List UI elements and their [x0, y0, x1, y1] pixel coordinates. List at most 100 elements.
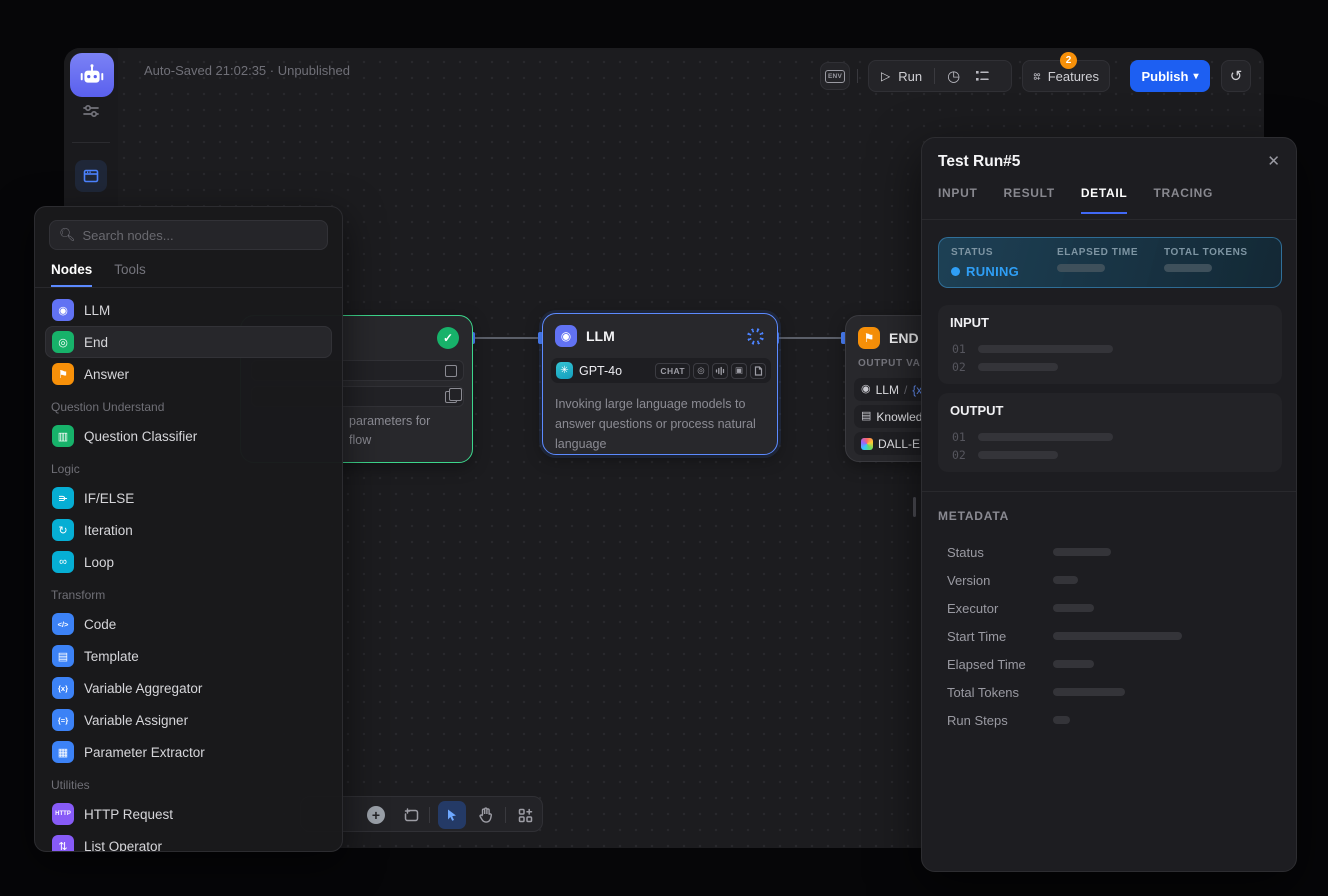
running-status-dot [951, 267, 960, 276]
node-item-code[interactable]: </> Code [45, 608, 332, 640]
features-icon [1033, 69, 1041, 84]
skeleton-bar [978, 363, 1058, 371]
skeleton-bar [1053, 716, 1070, 724]
tab-detail[interactable]: DETAIL [1081, 186, 1128, 214]
preview-window-icon[interactable] [75, 160, 107, 192]
tab-nodes[interactable]: Nodes [51, 262, 92, 287]
document-capability-icon [750, 363, 766, 379]
add-note-icon [403, 807, 420, 824]
model-name: GPT-4o [579, 364, 622, 378]
llm-node-description: Invoking large language models to answer… [555, 394, 767, 454]
skeleton-bar [978, 433, 1113, 441]
node-item-loop[interactable]: ∞ Loop [45, 546, 332, 578]
node-item-iteration[interactable]: ↻ Iteration [45, 514, 332, 546]
features-label: Features [1048, 69, 1099, 84]
node-item-parameter-extractor[interactable]: ▦ Parameter Extractor [45, 736, 332, 768]
tab-tools[interactable]: Tools [114, 262, 146, 287]
duplicate-icon[interactable] [445, 391, 457, 403]
node-search-panel: 🔍︎ Nodes Tools ◉ LLM ◎ End ⚑ Answer Ques… [34, 206, 343, 852]
scrollbar-thumb[interactable] [913, 497, 916, 517]
node-panel-tabs: Nodes Tools [35, 250, 342, 288]
end-icon: ⚑ [858, 327, 880, 349]
status-label: STATUS [951, 247, 1019, 258]
tab-input[interactable]: INPUT [938, 186, 978, 214]
audio-capability-icon [712, 363, 728, 379]
organize-layout-button[interactable] [513, 803, 537, 827]
metadata-label: Status [947, 545, 1053, 560]
chevron-down-icon: ▾ [1193, 71, 1198, 82]
group-title-question-understand: Question Understand [45, 390, 332, 420]
tab-result[interactable]: RESULT [1004, 186, 1055, 214]
edge-start-to-llm [473, 337, 542, 339]
iteration-icon: ↻ [52, 519, 74, 541]
line-number: 01 [952, 430, 966, 444]
list-operator-icon: ⇅ [52, 835, 74, 852]
close-icon[interactable]: ✕ [1267, 152, 1280, 170]
run-button[interactable]: Run [898, 69, 922, 84]
end-icon: ◎ [52, 331, 74, 353]
node-item-list-operator[interactable]: ⇅ List Operator [45, 830, 332, 852]
metadata-label: Version [947, 573, 1053, 588]
node-item-if-else[interactable]: ⋔ IF/ELSE [45, 482, 332, 514]
checklist-icon[interactable] [974, 68, 990, 84]
metadata-divider [922, 491, 1297, 492]
node-item-llm[interactable]: ◉ LLM [45, 294, 332, 326]
app-logo-robot-icon[interactable] [70, 53, 114, 97]
copy-icon[interactable] [445, 365, 457, 377]
http-request-icon: HTTP [52, 803, 74, 825]
search-input[interactable] [83, 228, 318, 243]
total-tokens-label: TOTAL TOKENS [1164, 247, 1248, 258]
publish-button[interactable]: Publish ▾ [1130, 60, 1210, 92]
template-icon: ▤ [52, 645, 74, 667]
skeleton-bar [1053, 548, 1111, 556]
llm-node[interactable]: ◉ LLM ✳ GPT-4o CHAT ◎ ▣ Invoking large l… [542, 313, 778, 455]
test-run-panel: Test Run#5 ✕ INPUT RESULT DETAIL TRACING… [921, 137, 1297, 872]
publish-label: Publish [1142, 69, 1189, 84]
node-item-template[interactable]: ▤ Template [45, 640, 332, 672]
organize-icon [518, 808, 533, 823]
llm-mini-icon: ◉ [861, 384, 871, 395]
running-status-value: RUNING [966, 264, 1019, 279]
skeleton-bar [1164, 264, 1212, 272]
node-search-box[interactable]: 🔍︎ [49, 220, 328, 250]
tab-tracing[interactable]: TRACING [1153, 186, 1213, 214]
answer-icon: ⚑ [52, 363, 74, 385]
skeleton-bar [1053, 604, 1094, 612]
node-item-question-classifier[interactable]: ▥ Question Classifier [45, 420, 332, 452]
hand-mode-button[interactable] [473, 803, 497, 827]
llm-icon: ◉ [52, 299, 74, 321]
skeleton-bar [1057, 264, 1105, 272]
preferences-sliders-icon[interactable] [80, 100, 102, 122]
sidebar-divider [72, 142, 110, 143]
metadata-label: Executor [947, 601, 1053, 616]
add-node-button[interactable]: + [364, 803, 388, 827]
version-history-button[interactable]: ↺ [1221, 60, 1251, 92]
status-card: STATUS RUNING ELAPSED TIME TOTAL TOKENS [938, 237, 1282, 288]
gpt4o-model-icon: ✳ [556, 362, 573, 379]
vision-capability-icon: ◎ [693, 363, 709, 379]
chat-mode-badge: CHAT [655, 363, 690, 379]
end-node-title: END [889, 330, 919, 346]
node-item-answer[interactable]: ⚑ Answer [45, 358, 332, 390]
env-variables-button[interactable]: ENV [820, 62, 850, 90]
run-button-group: ▷ Run ◷ [868, 60, 1012, 92]
toolbar-divider [429, 807, 430, 823]
node-item-http-request[interactable]: HTTP HTTP Request [45, 798, 332, 830]
output-card-title: OUTPUT [950, 403, 1003, 418]
loop-icon: ∞ [52, 551, 74, 573]
env-icon: ENV [825, 70, 845, 83]
node-item-end[interactable]: ◎ End [45, 326, 332, 358]
run-history-clock-icon[interactable]: ◷ [947, 69, 960, 84]
node-list: ◉ LLM ◎ End ⚑ Answer Question Understand… [35, 288, 342, 852]
node-item-variable-aggregator[interactable]: {x} Variable Aggregator [45, 672, 332, 704]
model-selector[interactable]: ✳ GPT-4o CHAT ◎ ▣ [551, 358, 771, 383]
pointer-mode-button[interactable] [438, 801, 466, 829]
skeleton-bar [978, 345, 1113, 353]
plus-circle-icon: + [367, 806, 385, 824]
add-note-button[interactable] [399, 803, 423, 827]
variable-aggregator-icon: {x} [52, 677, 74, 699]
node-item-variable-assigner[interactable]: {=} Variable Assigner [45, 704, 332, 736]
output-card: OUTPUT 01 02 [938, 393, 1282, 472]
cursor-icon [445, 808, 459, 822]
group-title-logic: Logic [45, 452, 332, 482]
